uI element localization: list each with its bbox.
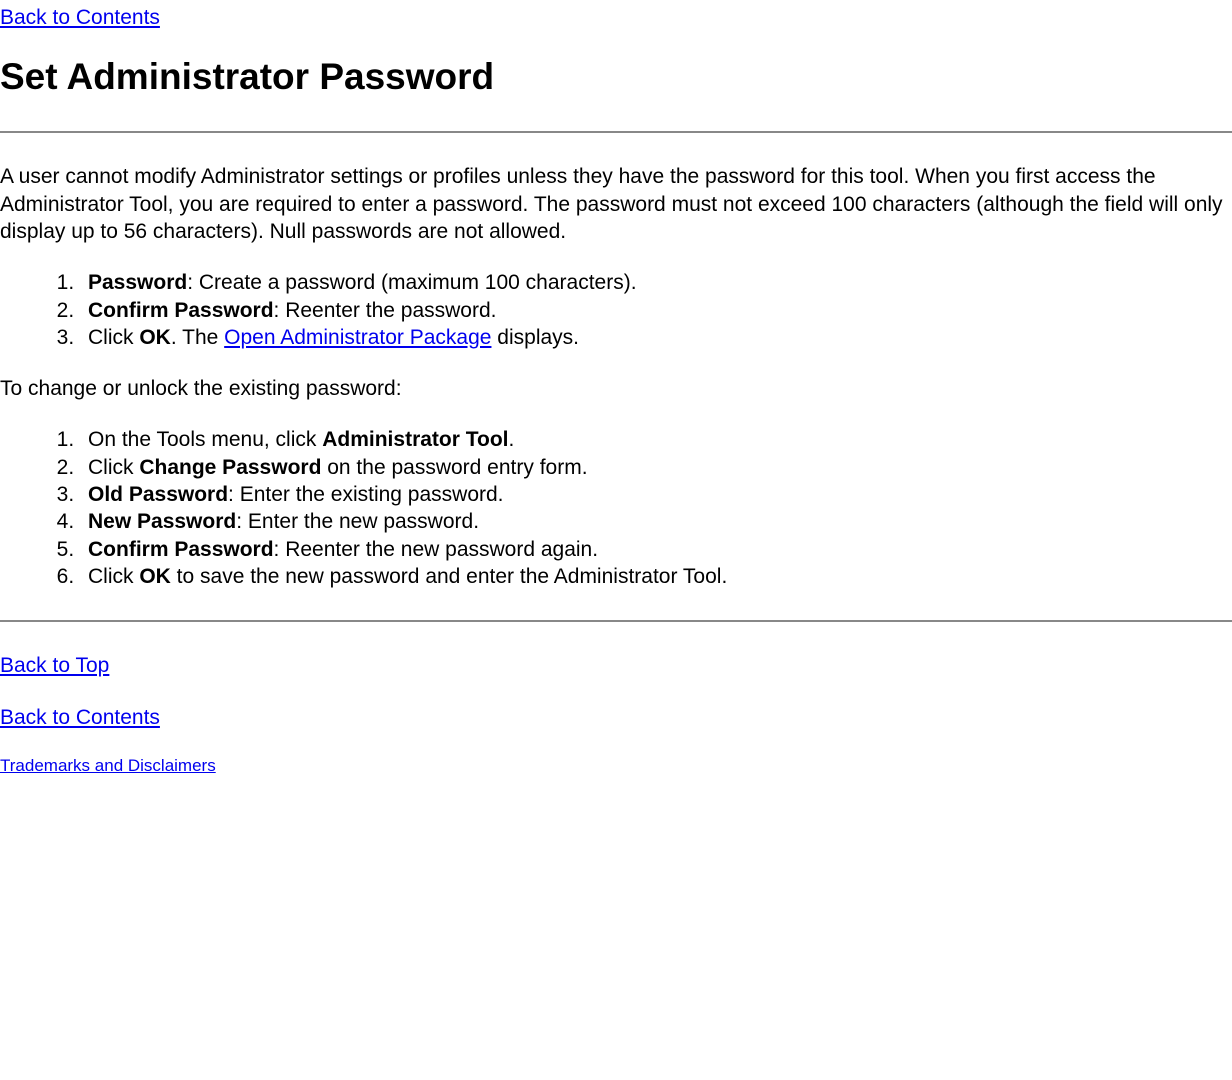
- text: Click: [88, 565, 139, 588]
- list-item: Click Change Password on the password en…: [80, 454, 1232, 481]
- text: to save the new password and enter the A…: [171, 565, 727, 588]
- divider-top: [0, 131, 1232, 133]
- label-change-password: Change Password: [139, 456, 321, 479]
- label-confirm-password: Confirm Password: [88, 538, 274, 561]
- list-item: Confirm Password: Reenter the new passwo…: [80, 536, 1232, 563]
- list-item: Click OK. The Open Administrator Package…: [80, 324, 1232, 351]
- label-confirm-password: Confirm Password: [88, 299, 274, 322]
- list-item: New Password: Enter the new password.: [80, 508, 1232, 535]
- label-new-password: New Password: [88, 510, 236, 533]
- list-item: Password: Create a password (maximum 100…: [80, 269, 1232, 296]
- create-password-steps: Password: Create a password (maximum 100…: [0, 269, 1232, 351]
- text: On the Tools menu, click: [88, 428, 322, 451]
- text: on the password entry form.: [321, 456, 587, 479]
- change-password-subhead: To change or unlock the existing passwor…: [0, 375, 1232, 402]
- label-ok: OK: [139, 326, 171, 349]
- text: Click: [88, 326, 139, 349]
- divider-bottom: [0, 620, 1232, 622]
- back-to-contents-link-top[interactable]: Back to Contents: [0, 4, 1232, 31]
- intro-paragraph: A user cannot modify Administrator setti…: [0, 163, 1232, 245]
- text: : Reenter the password.: [274, 299, 497, 322]
- list-item: On the Tools menu, click Administrator T…: [80, 426, 1232, 453]
- label-administrator-tool: Administrator Tool: [322, 428, 508, 451]
- label-old-password: Old Password: [88, 483, 228, 506]
- list-item: Old Password: Enter the existing passwor…: [80, 481, 1232, 508]
- back-to-top-link[interactable]: Back to Top: [0, 654, 109, 677]
- text: : Reenter the new password again.: [274, 538, 599, 561]
- text: : Enter the new password.: [236, 510, 479, 533]
- label-password: Password: [88, 271, 187, 294]
- back-to-contents-link-bottom[interactable]: Back to Contents: [0, 706, 160, 729]
- text: displays.: [491, 326, 579, 349]
- list-item: Click OK to save the new password and en…: [80, 563, 1232, 590]
- open-administrator-package-link[interactable]: Open Administrator Package: [224, 326, 491, 349]
- change-password-steps: On the Tools menu, click Administrator T…: [0, 426, 1232, 590]
- page-title: Set Administrator Password: [0, 53, 1232, 101]
- text: Click: [88, 456, 139, 479]
- text: : Create a password (maximum 100 charact…: [187, 271, 636, 294]
- text: .: [509, 428, 515, 451]
- list-item: Confirm Password: Reenter the password.: [80, 297, 1232, 324]
- text: : Enter the existing password.: [228, 483, 503, 506]
- text: . The: [171, 326, 224, 349]
- label-ok: OK: [139, 565, 171, 588]
- trademarks-link[interactable]: Trademarks and Disclaimers: [0, 756, 216, 775]
